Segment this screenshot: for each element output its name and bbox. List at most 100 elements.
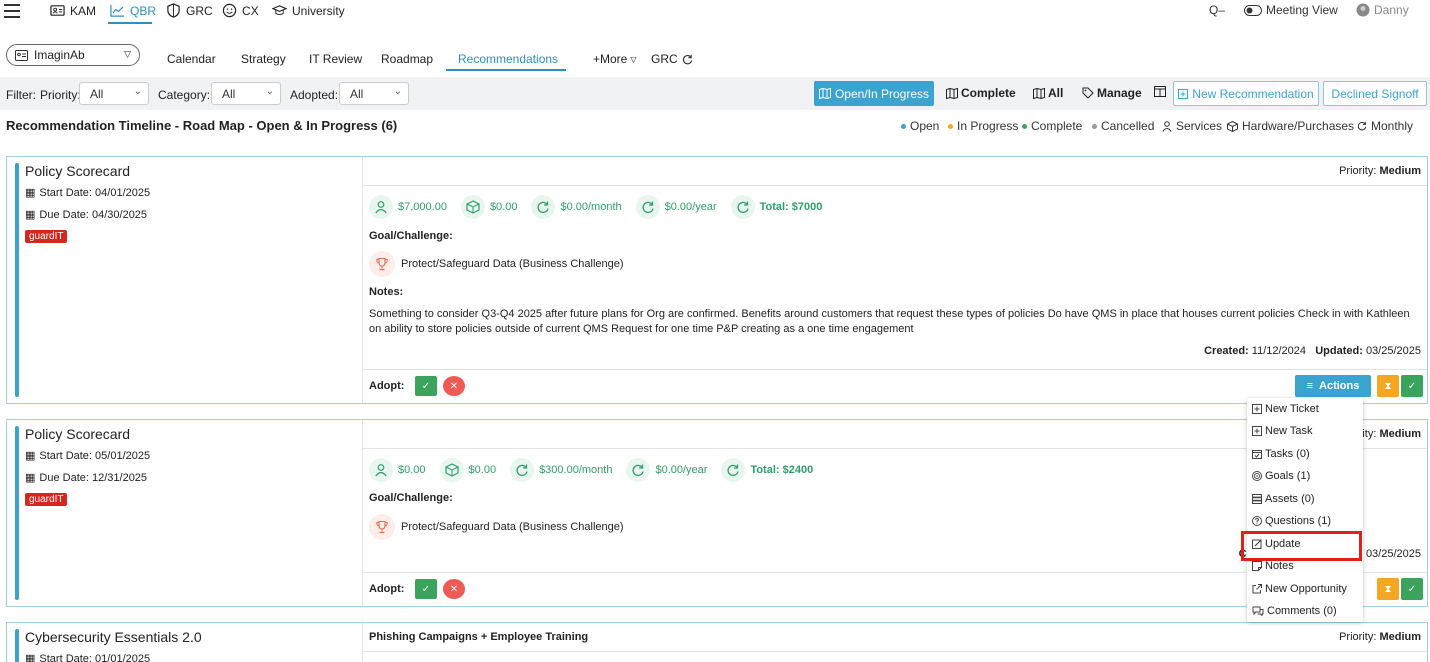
- nav-kam[interactable]: KAM: [50, 3, 96, 18]
- tab-grc-label: GRC: [651, 52, 678, 66]
- in-progress-button[interactable]: ⧗: [1377, 578, 1399, 600]
- search-button[interactable]: Q–: [1209, 3, 1225, 17]
- card-title[interactable]: Policy Scorecard: [25, 426, 130, 442]
- status-bar: [15, 163, 19, 397]
- start-date-text: Start Date: 04/01/2025: [39, 186, 151, 199]
- services-cost: $0.00: [369, 458, 426, 482]
- card-title[interactable]: Cybersecurity Essentials 2.0: [25, 629, 202, 645]
- refresh-icon: [635, 195, 660, 219]
- created-label: Created:: [1204, 345, 1249, 357]
- menu-item-assets[interactable]: Assets (0): [1252, 493, 1315, 505]
- total-cost: Total: $7000: [730, 195, 822, 219]
- tab-more[interactable]: +More ▽: [593, 52, 637, 66]
- new-recommendation-label: New Recommendation: [1192, 86, 1314, 101]
- complete-status-button[interactable]: ✓: [1401, 578, 1423, 600]
- yearly-cost-value: $0.00/year: [655, 464, 708, 476]
- map-icon: [946, 87, 958, 99]
- menu-item-questions[interactable]: Questions (1): [1252, 515, 1331, 527]
- adopted-select[interactable]: All ⌄: [339, 82, 409, 105]
- tab-grc[interactable]: GRC: [651, 52, 693, 66]
- services-cost: $7,000.00: [369, 195, 447, 219]
- manage-button[interactable]: Manage: [1082, 86, 1142, 100]
- in-progress-button[interactable]: ⧗: [1377, 375, 1399, 397]
- tab-strategy[interactable]: Strategy: [241, 52, 286, 66]
- active-tab-indicator: [446, 69, 566, 71]
- chevron-down-icon: ▽: [124, 49, 131, 59]
- menu-item-goals[interactable]: Goals (1): [1252, 470, 1310, 482]
- nav-cx[interactable]: CX: [222, 3, 259, 18]
- tab-calendar[interactable]: Calendar: [167, 52, 216, 66]
- search-icon: Q–: [1209, 3, 1226, 17]
- tab-roadmap[interactable]: Roadmap: [381, 52, 433, 66]
- complete-button[interactable]: Complete: [946, 86, 1016, 100]
- client-select[interactable]: ImaginAb ▽: [6, 44, 140, 66]
- goal-item: Protect/Safeguard Data (Business Challen…: [369, 251, 624, 277]
- box-icon: [460, 195, 485, 219]
- menu-item-new-ticket[interactable]: New Ticket: [1252, 403, 1319, 415]
- menu-item-label: Questions (1): [1265, 515, 1332, 527]
- adopt-yes-button[interactable]: ✓: [415, 376, 437, 396]
- timeline-title: Recommendation Timeline - Road Map - Ope…: [6, 118, 398, 133]
- legend-services: Services: [1162, 119, 1222, 133]
- menu-item-new-task[interactable]: New Task: [1252, 425, 1312, 437]
- nav-qbr[interactable]: QBR: [110, 3, 156, 18]
- nav-university[interactable]: University: [272, 3, 345, 18]
- menu-item-tasks[interactable]: Tasks (0): [1252, 448, 1310, 460]
- refresh-icon: [721, 458, 746, 482]
- all-label: All: [1048, 86, 1064, 100]
- chart-line-icon: [110, 4, 125, 17]
- map-icon: [1033, 87, 1045, 99]
- open-in-progress-button[interactable]: Open/In Progress: [814, 81, 934, 106]
- hardware-cost: $0.00: [460, 195, 517, 219]
- adopt-no-button[interactable]: ✕: [443, 579, 465, 599]
- chevron-down-icon: ⌄: [265, 86, 274, 97]
- menu-item-notes[interactable]: Notes: [1252, 560, 1294, 572]
- category-label: Category:: [158, 88, 211, 102]
- columns-button[interactable]: [1154, 86, 1166, 97]
- user-icon: [369, 195, 393, 219]
- box-icon: [1227, 120, 1238, 132]
- box-icon: [439, 458, 464, 482]
- close-icon: ✕: [449, 583, 459, 595]
- category-select-value: All: [222, 87, 236, 101]
- check-circle-icon: ✓: [1407, 380, 1417, 392]
- tag-icon: [1082, 87, 1094, 99]
- tab-recommendations[interactable]: Recommendations: [458, 52, 558, 66]
- hardware-cost: $0.00: [439, 458, 496, 482]
- priority-select[interactable]: All ⌄: [79, 82, 149, 105]
- meeting-view-toggle[interactable]: Meeting View: [1244, 3, 1338, 17]
- menu-icon[interactable]: [4, 4, 20, 18]
- priority-label: Priority:: [1339, 165, 1377, 177]
- tab-it-review[interactable]: IT Review: [309, 52, 362, 66]
- legend-in-progress-label: In Progress: [957, 119, 1019, 133]
- yearly-cost-value: $0.00/year: [664, 201, 717, 213]
- goal-text: Protect/Safeguard Data (Business Challen…: [401, 258, 624, 270]
- menu-item-new-opportunity[interactable]: New Opportunity: [1252, 583, 1347, 595]
- question-circle-icon: [1252, 516, 1262, 526]
- plus-square-icon: [1252, 404, 1262, 414]
- active-nav-indicator: [108, 22, 152, 24]
- menu-item-label: Comments (0): [1267, 605, 1337, 617]
- complete-status-button[interactable]: ✓: [1401, 375, 1423, 397]
- actions-button[interactable]: ≡ Actions: [1295, 375, 1371, 397]
- adopt-no-button[interactable]: ✕: [443, 376, 465, 396]
- adopt-yes-button[interactable]: ✓: [415, 579, 437, 599]
- nav-kam-label: KAM: [70, 3, 97, 18]
- category-select[interactable]: All ⌄: [211, 82, 281, 105]
- menu-item-comments[interactable]: Comments (0): [1252, 605, 1337, 617]
- nav-grc[interactable]: GRC: [166, 3, 213, 18]
- open-in-progress-label: Open/In Progress: [834, 86, 930, 101]
- all-button[interactable]: All: [1033, 86, 1063, 100]
- chevron-down-icon: ⌄: [393, 86, 402, 97]
- card-title[interactable]: Policy Scorecard: [25, 163, 130, 179]
- legend-services-label: Services: [1176, 119, 1223, 133]
- trophy-icon: [369, 514, 395, 540]
- declined-signoff-button[interactable]: Declined Signoff: [1323, 81, 1427, 106]
- calendar-icon: ▦: [25, 472, 36, 484]
- user-menu[interactable]: Danny: [1356, 3, 1409, 17]
- new-recommendation-button[interactable]: New Recommendation: [1173, 81, 1319, 106]
- monthly-cost-value: $0.00/month: [560, 201, 622, 213]
- legend-open-label: Open: [910, 119, 940, 133]
- filter-label: Filter:: [6, 88, 36, 102]
- legend-monthly-label: Monthly: [1371, 119, 1414, 133]
